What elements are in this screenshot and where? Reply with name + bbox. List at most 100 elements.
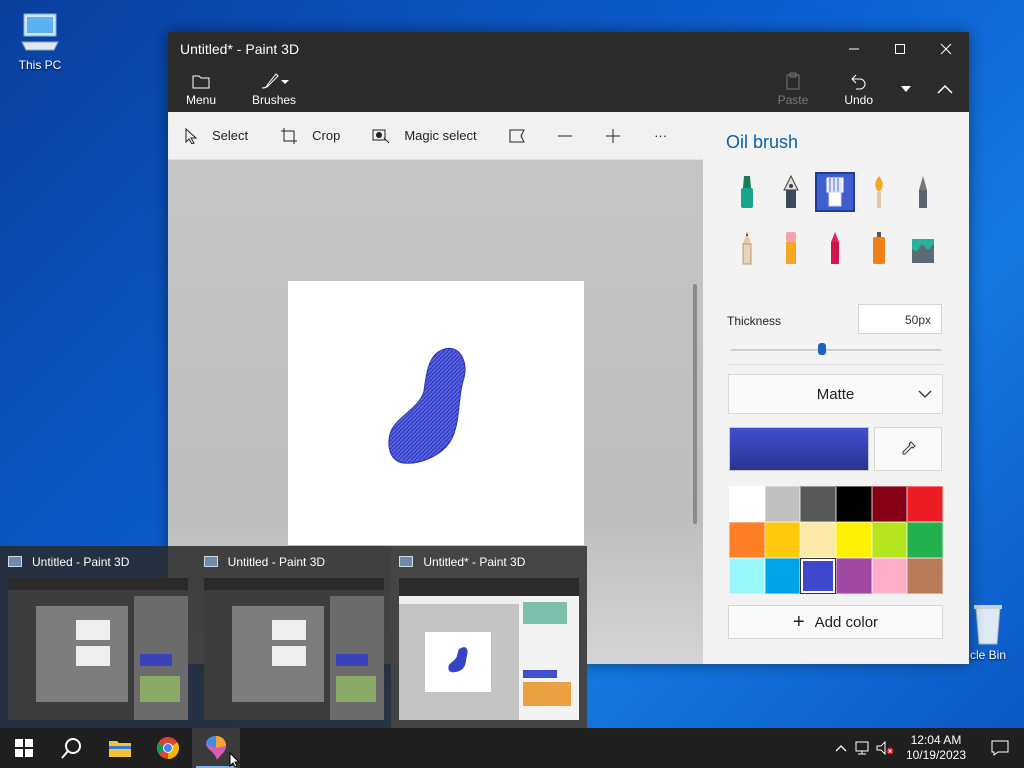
this-pc-desktop-icon[interactable]: This PC: [4, 10, 76, 72]
paint3d-icon: [206, 736, 226, 760]
crop-label: Crop: [312, 128, 341, 143]
zoom-out-button[interactable]: [541, 112, 589, 159]
zoom-in-button[interactable]: [589, 112, 637, 159]
taskbar: 12:04 AM 10/19/2023: [0, 728, 1024, 768]
calligraphy-pen-icon: [783, 174, 799, 208]
preview-thumbnail: [8, 578, 188, 720]
action-center-button[interactable]: [976, 728, 1024, 768]
color-swatch[interactable]: [836, 558, 872, 594]
maximize-icon: [895, 44, 905, 54]
paste-button[interactable]: Paste: [760, 66, 827, 112]
folder-icon: [109, 741, 131, 757]
eraser-brush[interactable]: [771, 228, 811, 268]
select-tool[interactable]: Select: [168, 112, 264, 159]
preview-window-2[interactable]: Untitled - Paint 3D: [196, 546, 392, 728]
recycle-bin-icon: [974, 605, 1002, 645]
chrome-button[interactable]: [144, 728, 192, 768]
calligraphy-pen-brush[interactable]: [771, 172, 811, 212]
add-color-button[interactable]: + Add color: [728, 605, 943, 639]
more-label: ···: [654, 128, 668, 143]
color-swatch[interactable]: [800, 522, 836, 558]
color-swatch[interactable]: [800, 558, 836, 594]
paste-icon: [786, 72, 800, 90]
undo-button[interactable]: Undo: [826, 66, 891, 112]
spray-can-icon: [873, 232, 885, 264]
file-explorer-button[interactable]: [96, 728, 144, 768]
color-swatch[interactable]: [907, 486, 943, 522]
volume-muted-icon: [876, 741, 894, 755]
color-swatch[interactable]: [836, 522, 872, 558]
color-swatch[interactable]: [907, 558, 943, 594]
eyedropper-button[interactable]: [874, 427, 942, 471]
color-swatch[interactable]: [764, 522, 801, 558]
plus-icon: [605, 128, 620, 143]
crop-icon: [281, 127, 298, 144]
chrome-icon: [156, 737, 179, 759]
color-swatch[interactable]: [764, 558, 801, 594]
blue-brush-stroke: [388, 347, 466, 464]
color-swatch[interactable]: [729, 522, 765, 558]
finish-value: Matte: [816, 385, 855, 403]
this-pc-label: This PC: [18, 58, 62, 72]
sticker-tool[interactable]: [493, 112, 541, 159]
thickness-input[interactable]: 50px: [858, 304, 942, 334]
select-label: Select: [212, 128, 249, 143]
finish-dropdown[interactable]: Matte: [728, 374, 943, 414]
menu-button[interactable]: Menu: [168, 66, 234, 112]
volume-button[interactable]: [874, 728, 896, 768]
color-swatch[interactable]: [800, 486, 836, 522]
crop-tool[interactable]: Crop: [264, 112, 356, 159]
network-icon: [855, 741, 869, 755]
pixel-pen-icon: [919, 176, 927, 208]
maximize-button[interactable]: [877, 32, 923, 66]
brushes-button[interactable]: Brushes: [234, 66, 314, 112]
watercolor-brush[interactable]: [859, 172, 899, 212]
notification-icon: [991, 740, 1009, 756]
color-swatch[interactable]: [836, 486, 872, 522]
color-swatch[interactable]: [907, 522, 943, 558]
search-button[interactable]: [48, 728, 96, 768]
collapse-ribbon-button[interactable]: [921, 66, 969, 112]
minimize-button[interactable]: [831, 32, 877, 66]
oil-brush-icon: [826, 177, 844, 207]
current-color-swatch[interactable]: [729, 427, 869, 471]
thickness-slider-knob[interactable]: [818, 343, 826, 355]
color-swatch[interactable]: [871, 486, 908, 522]
magic-select-tool[interactable]: Magic select: [356, 112, 492, 159]
crayon-brush[interactable]: [815, 228, 855, 268]
menu-label: Menu: [186, 93, 217, 107]
start-button[interactable]: [0, 728, 48, 768]
brush-grid: [727, 172, 945, 268]
thickness-slider[interactable]: [731, 343, 941, 355]
thumbnail-image: [203, 578, 384, 720]
search-icon: [61, 738, 81, 759]
oil-brush-brush[interactable]: [815, 172, 855, 212]
drawing-canvas[interactable]: [288, 281, 584, 545]
pencil-brush[interactable]: [727, 228, 767, 268]
pixel-pen-brush[interactable]: [903, 172, 943, 212]
preview-title: Untitled - Paint 3D: [227, 555, 326, 569]
preview-window-3[interactable]: Untitled* - Paint 3D: [391, 546, 588, 728]
show-hidden-icons-button[interactable]: [830, 728, 852, 768]
paint3d-window-icon: [203, 556, 218, 567]
color-swatch[interactable]: [871, 558, 908, 594]
more-tools-button[interactable]: ···: [637, 112, 685, 159]
clock[interactable]: 12:04 AM 10/19/2023: [896, 733, 976, 763]
color-swatch[interactable]: [764, 486, 801, 522]
color-swatch[interactable]: [729, 486, 765, 522]
preview-window-1[interactable]: Untitled - Paint 3D: [0, 546, 196, 728]
cursor-icon: [185, 127, 198, 144]
divider: [727, 364, 943, 365]
network-button[interactable]: [852, 728, 874, 768]
vertical-scrollbar[interactable]: [693, 284, 697, 524]
system-tray: 12:04 AM 10/19/2023: [830, 728, 1024, 768]
color-swatch[interactable]: [871, 522, 908, 558]
close-button[interactable]: [923, 32, 969, 66]
spray-can-brush[interactable]: [859, 228, 899, 268]
color-swatch[interactable]: [729, 558, 765, 594]
title-bar[interactable]: Untitled* - Paint 3D: [168, 32, 969, 66]
crayon-icon: [831, 232, 839, 264]
history-dropdown-button[interactable]: [891, 66, 921, 112]
marker-brush[interactable]: [727, 172, 767, 212]
fill-brush[interactable]: [903, 228, 943, 268]
